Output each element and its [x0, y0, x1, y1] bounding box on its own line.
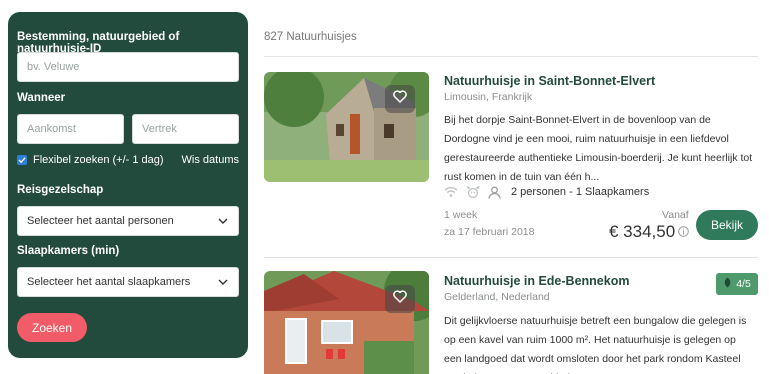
price-from-label: Vanaf — [662, 209, 689, 221]
party-select[interactable]: Selecteer het aantal personen — [17, 206, 239, 236]
flexible-search-row: Flexibel zoeken (+/- 1 dag) Wis datums — [17, 153, 239, 167]
info-icon[interactable] — [678, 222, 689, 242]
pet-icon — [466, 185, 480, 199]
listing-title[interactable]: Natuurhuisje in Saint-Bonnet-Elvert — [444, 74, 655, 88]
stay-duration: 1 week — [444, 209, 478, 221]
listing-price: € 334,50 — [609, 222, 689, 242]
favorite-heart-button[interactable] — [385, 285, 415, 313]
rating-badge: 4/5 — [716, 273, 758, 295]
flexible-label: Flexibel zoeken (+/- 1 dag) — [33, 154, 164, 166]
person-icon — [488, 186, 501, 199]
rating-value: 4/5 — [736, 278, 751, 290]
when-label: Wanneer — [17, 92, 66, 104]
party-select-value: Selecteer het aantal personen — [27, 215, 174, 227]
listing-amenities: 2 personen - 1 Slaapkamers — [444, 184, 649, 200]
leaf-icon — [723, 277, 732, 291]
heart-icon — [393, 290, 407, 308]
bedrooms-select-value: Selecteer het aantal slaapkamers — [27, 276, 191, 288]
flexible-checkbox[interactable] — [17, 155, 27, 165]
divider — [264, 56, 758, 57]
results-count: 827 Natuurhuisjes — [264, 31, 357, 43]
bedrooms-label: Slaapkamers (min) — [17, 245, 120, 257]
search-button[interactable]: Zoeken — [17, 313, 87, 342]
listing-description: Dit gelijkvloerse natuurhuisje betreft e… — [444, 315, 747, 374]
listing-capacity: 2 personen - 1 Slaapkamers — [511, 186, 650, 198]
clear-dates-link[interactable]: Wis datums — [182, 154, 239, 166]
listing-location: Limousin, Frankrijk — [444, 91, 533, 103]
price-value: € 334,50 — [609, 222, 676, 241]
party-label: Reisgezelschap — [17, 184, 104, 196]
divider — [264, 257, 758, 258]
stay-date: za 17 februari 2018 — [444, 226, 535, 238]
listing-description: Bij het dorpje Saint-Bonnet-Elvert in de… — [444, 114, 753, 183]
heart-icon — [393, 90, 407, 108]
wifi-icon — [444, 186, 458, 198]
listing-title[interactable]: Natuurhuisje in Ede-Bennekom — [444, 274, 629, 288]
favorite-heart-button[interactable] — [385, 85, 415, 113]
view-listing-button[interactable]: Bekijk — [696, 210, 758, 240]
chevron-down-icon — [218, 218, 228, 224]
chevron-down-icon — [218, 279, 228, 285]
bedrooms-select[interactable]: Selecteer het aantal slaapkamers — [17, 267, 239, 297]
arrival-input[interactable] — [17, 114, 124, 144]
listing-location: Gelderland, Nederland — [444, 291, 550, 303]
departure-input[interactable] — [132, 114, 239, 144]
destination-input[interactable] — [17, 52, 239, 82]
search-sidebar: Bestemming, natuurgebied of natuurhuisje… — [8, 12, 248, 358]
